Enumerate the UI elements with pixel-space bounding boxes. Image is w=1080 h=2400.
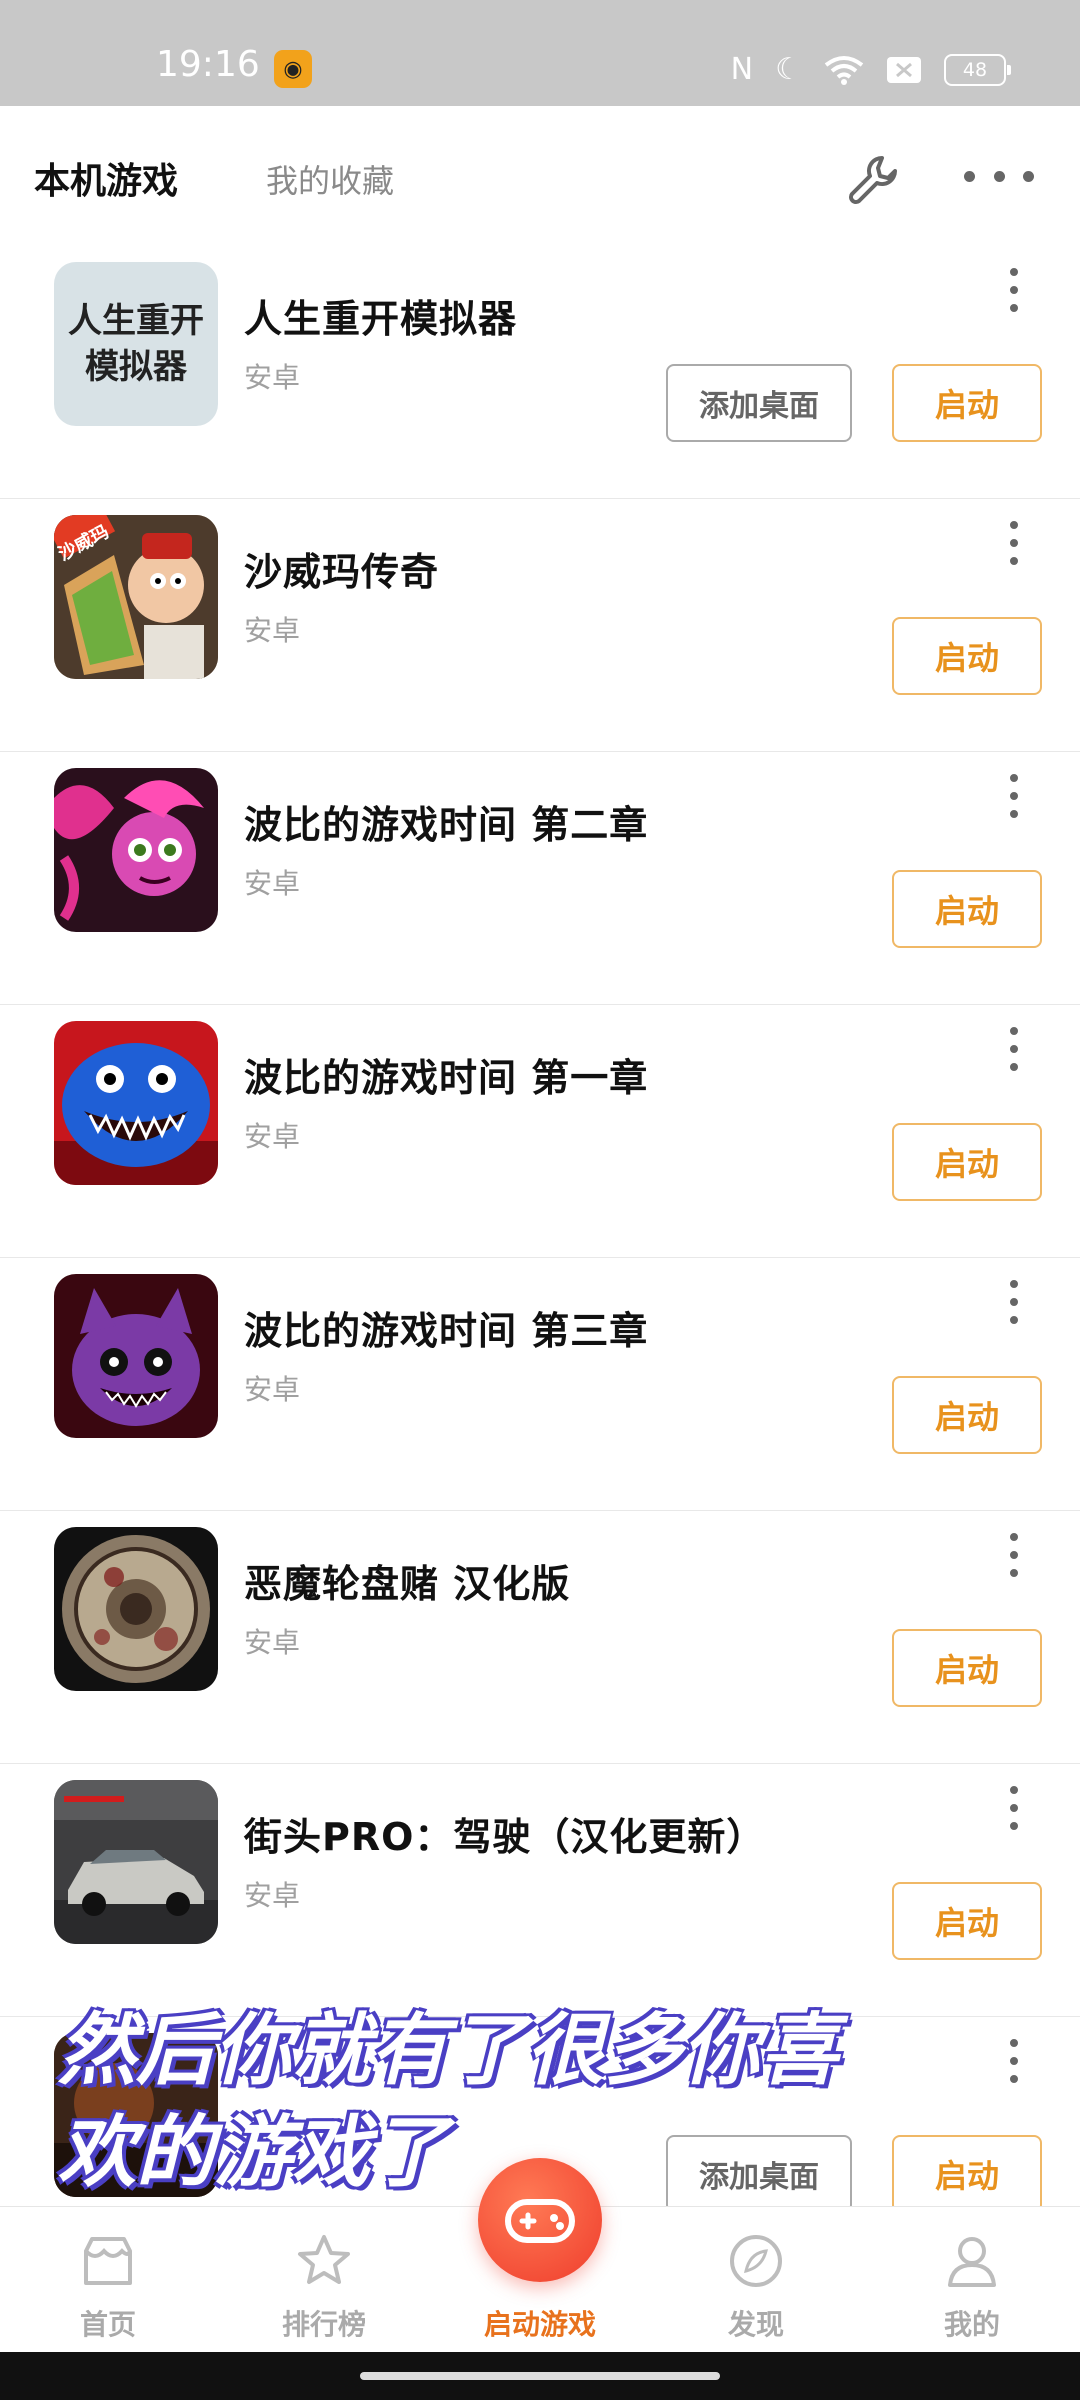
system-nav-bar — [0, 2352, 1080, 2400]
compass-icon — [730, 2235, 782, 2287]
item-more-icon[interactable] — [1004, 1786, 1024, 1830]
star-icon — [298, 2235, 350, 2284]
game-platform: 安卓 — [244, 614, 301, 647]
shotgun-shell-art — [54, 1527, 218, 1691]
nav-discover[interactable]: 发现 — [648, 2207, 864, 2353]
game-row[interactable]: 波比的游戏时间 第一章 安卓 启动 — [0, 1005, 1080, 1258]
game-title: 人生重开模拟器 — [244, 297, 518, 341]
nav-label: 排行榜 — [281, 2308, 366, 2341]
game-thumbnail: 沙威玛 — [54, 515, 218, 679]
wifi-icon — [824, 56, 864, 85]
thumbnail-text: 人生重开模拟器 — [68, 301, 204, 387]
caption-text-2: 欢的游戏了 — [58, 2108, 449, 2198]
game-title: 波比的游戏时间 第二章 — [244, 803, 649, 847]
nav-label: 启动游戏 — [483, 2308, 596, 2341]
game-title: 沙威玛传奇 — [244, 550, 440, 594]
tab-local-games[interactable]: 本机游戏 — [34, 152, 178, 204]
more-icon[interactable] — [964, 156, 1034, 196]
item-more-icon[interactable] — [1004, 521, 1024, 565]
sim-off-icon — [887, 57, 921, 83]
game-title: 波比的游戏时间 第一章 — [244, 1056, 649, 1100]
game-row[interactable]: 人生重开模拟器 人生重开模拟器 安卓 添加桌面 启动 — [0, 246, 1080, 499]
nav-profile[interactable]: 我的 — [864, 2207, 1080, 2353]
status-icons: N ☾ 48 — [730, 52, 1011, 88]
game-thumbnail — [54, 1274, 218, 1438]
nav-ranking[interactable]: 排行榜 — [216, 2207, 432, 2353]
game-row[interactable]: 波比的游戏时间 第二章 安卓 启动 — [0, 752, 1080, 1005]
nav-label: 我的 — [943, 2308, 1000, 2341]
launch-button[interactable]: 启动 — [892, 1629, 1042, 1707]
game-platform: 安卓 — [244, 1626, 301, 1659]
launch-button[interactable]: 启动 — [892, 1123, 1042, 1201]
game-thumbnail — [54, 768, 218, 932]
game-list: 人生重开模拟器 人生重开模拟器 安卓 添加桌面 启动 沙威玛 沙威玛传奇 安卓 — [0, 246, 1080, 2270]
launch-games-fab[interactable] — [478, 2158, 602, 2282]
blue-monster-art — [54, 1021, 218, 1185]
game-row[interactable]: 波比的游戏时间 第三章 安卓 启动 — [0, 1258, 1080, 1511]
car-garage-art — [54, 1780, 218, 1944]
launch-button[interactable]: 启动 — [892, 364, 1042, 442]
item-more-icon[interactable] — [1004, 1533, 1024, 1577]
game-platform: 安卓 — [244, 1373, 301, 1406]
nav-home[interactable]: 首页 — [0, 2207, 216, 2353]
launch-button[interactable]: 启动 — [892, 1376, 1042, 1454]
launch-button[interactable]: 启动 — [892, 1882, 1042, 1960]
store-icon — [84, 2237, 132, 2285]
moon-icon: ☾ — [775, 52, 802, 87]
battery-indicator: 48 — [944, 54, 1011, 86]
item-more-icon[interactable] — [1004, 1280, 1024, 1324]
nav-label: 首页 — [79, 2308, 136, 2341]
user-icon — [948, 2237, 996, 2287]
status-bar: 19:16 ◉ N ☾ 48 — [0, 0, 1080, 106]
caption-text-1: 然后你就有了很多你喜 — [58, 2006, 839, 2096]
game-row[interactable]: 街头PRO：驾驶（汉化更新） 安卓 启动 — [0, 1764, 1080, 2017]
caption-line-1: 然后你就有了很多你喜 — [58, 2000, 1018, 2102]
nfc-icon: N — [730, 52, 754, 87]
launch-button[interactable]: 启动 — [892, 870, 1042, 948]
purple-cat-art — [54, 1274, 218, 1438]
item-more-icon[interactable] — [1004, 1027, 1024, 1071]
game-title: 恶魔轮盘赌 汉化版 — [244, 1562, 571, 1606]
item-more-icon[interactable] — [1004, 268, 1024, 312]
wrench-icon[interactable] — [844, 152, 900, 208]
tab-favorites[interactable]: 我的收藏 — [266, 156, 394, 202]
pink-character-art — [54, 768, 218, 932]
home-indicator[interactable] — [360, 2372, 720, 2380]
game-platform: 安卓 — [244, 867, 301, 900]
battery-level: 48 — [962, 59, 988, 81]
game-platform: 安卓 — [244, 361, 301, 394]
launch-button[interactable]: 启动 — [892, 617, 1042, 695]
gamepad-icon — [505, 2199, 575, 2243]
app-notification-icon: ◉ — [274, 50, 312, 88]
game-thumbnail — [54, 1780, 218, 1944]
game-thumbnail: 人生重开模拟器 — [54, 262, 218, 426]
add-desktop-button[interactable]: 添加桌面 — [666, 364, 852, 442]
game-thumbnail — [54, 1527, 218, 1691]
game-row[interactable]: 沙威玛 沙威玛传奇 安卓 启动 — [0, 499, 1080, 752]
nav-label: 发现 — [727, 2308, 784, 2341]
game-thumbnail — [54, 1021, 218, 1185]
game-row[interactable]: 恶魔轮盘赌 汉化版 安卓 启动 — [0, 1511, 1080, 1764]
item-more-icon[interactable] — [1004, 774, 1024, 818]
game-platform: 安卓 — [244, 1879, 301, 1912]
game-title: 波比的游戏时间 第三章 — [244, 1309, 649, 1353]
status-time: 19:16 — [156, 44, 260, 85]
game-title: 街头PRO：驾驶（汉化更新） — [244, 1815, 766, 1859]
top-header: 本机游戏 我的收藏 — [0, 106, 1080, 246]
game-platform: 安卓 — [244, 1120, 301, 1153]
